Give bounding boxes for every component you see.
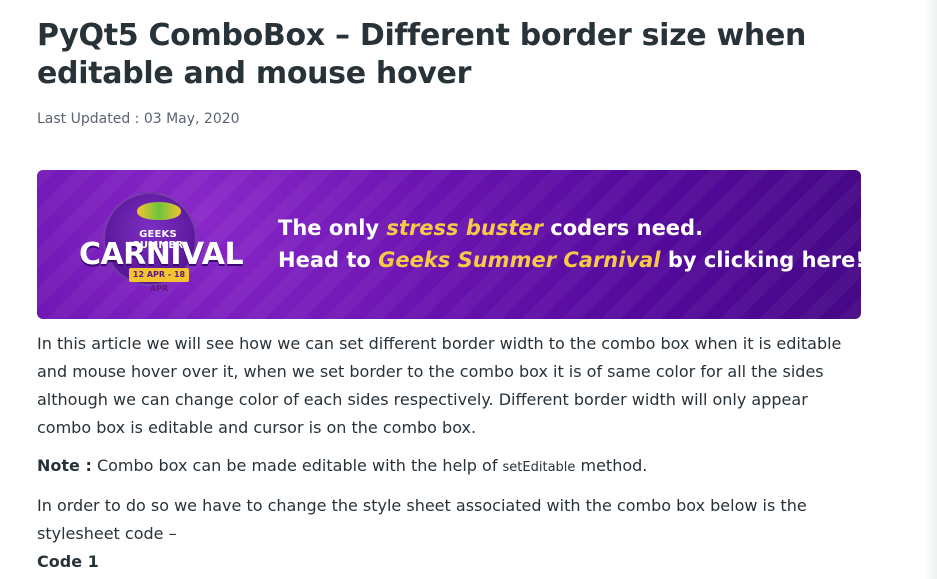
banner-line-2-highlight: Geeks Summer Carnival bbox=[378, 248, 661, 272]
badge-dates-ribbon: 12 APR - 18 APR bbox=[129, 268, 189, 293]
article-paragraph: In order to do so we have to change the … bbox=[37, 496, 807, 543]
carnival-banner[interactable]: GEEKS SUMMER CARNIVAL 12 APR - 18 APR Th… bbox=[37, 170, 861, 319]
banner-line-1-post: coders need. bbox=[542, 216, 704, 240]
page-edge-shadow bbox=[925, 0, 937, 579]
code-heading: Code 1 bbox=[37, 552, 99, 571]
article-paragraph: In this article we will see how we can s… bbox=[37, 334, 842, 437]
article: PyQt5 ComboBox – Different border size w… bbox=[37, 0, 867, 571]
banner-line-2: Head to Geeks Summer Carnival by clickin… bbox=[278, 244, 861, 276]
banner-line-2-pre: Head to bbox=[278, 248, 379, 272]
article-content: In this article we will see how we can s… bbox=[37, 330, 852, 576]
banner-line-1-pre: The only bbox=[278, 216, 387, 240]
badge-main-text: CARNIVAL bbox=[78, 237, 244, 272]
banner-tagline: The only stress buster coders need. Head… bbox=[278, 212, 861, 276]
note-label: Note : bbox=[37, 456, 92, 475]
last-updated: Last Updated : 03 May, 2020 bbox=[37, 111, 240, 127]
note-text-post: method. bbox=[575, 456, 648, 475]
banner-line-2-post: by clicking here! bbox=[660, 248, 861, 272]
banner-line-1-highlight: stress buster bbox=[386, 216, 543, 240]
banner-line-1: The only stress buster coders need. bbox=[278, 212, 861, 244]
note-paragraph: Note : Combo box can be made editable wi… bbox=[37, 452, 852, 482]
inline-code: setEditable bbox=[502, 460, 576, 475]
note-text-pre: Combo box can be made editable with the … bbox=[91, 456, 503, 475]
article-title: PyQt5 ComboBox – Different border size w… bbox=[37, 18, 807, 91]
carnival-mask-icon bbox=[137, 202, 181, 220]
